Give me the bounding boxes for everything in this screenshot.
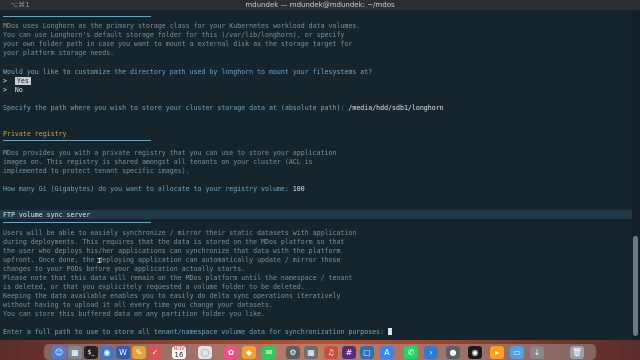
whatsapp-icon[interactable]: ✆ <box>404 346 418 359</box>
mouse-ibeam-cursor-icon: ⌶ <box>97 256 102 265</box>
text-line: changes to your PODs before your applica… <box>3 265 246 273</box>
registry-size-prompt-label: How many Gi (Gigabytes) do you want to a… <box>3 185 293 193</box>
option-yes-label: Yes <box>14 77 31 85</box>
word-icon[interactable]: W <box>116 346 130 359</box>
question-customize-path: Would you like to customize the director… <box>3 68 373 76</box>
text-line: You can use Longhorn's default storage f… <box>3 31 345 39</box>
scrollbar-thumb[interactable] <box>633 236 638 336</box>
app-icon[interactable]: ▢ <box>360 346 374 359</box>
section-divider <box>3 222 151 223</box>
text-line: MDos provides you with a private registr… <box>3 149 337 157</box>
chrome-icon[interactable]: ◉ <box>100 346 114 359</box>
text-line: without having to upload it all every ti… <box>3 301 273 309</box>
paint-icon[interactable]: ◆ <box>242 346 256 359</box>
launchpad-icon[interactable]: ▦ <box>68 346 82 359</box>
text-line: implemented to protect tenant specific i… <box>3 167 190 175</box>
photos-icon[interactable]: ✿ <box>224 346 238 359</box>
dock-app-icon[interactable]: ◉ <box>468 346 482 359</box>
section-highlight-band <box>0 210 632 219</box>
registry-size-prompt: How many Gi (Gigabytes) do you want to a… <box>3 185 305 193</box>
calendar-icon[interactable]: NOV 16 <box>172 346 186 359</box>
storage-path-prompt: Specify the path where you wish to store… <box>3 104 444 112</box>
text-line: your platform storage needs. <box>3 49 115 57</box>
option-no-label: No <box>14 86 23 94</box>
notes-icon[interactable]: ✎ <box>132 346 146 359</box>
slack-icon[interactable]: # <box>342 346 356 359</box>
text-line: upfront. Once done, the deploying applic… <box>3 256 341 264</box>
section-divider <box>3 16 151 17</box>
section-heading-registry: Private registry <box>3 130 67 138</box>
vscode-icon[interactable]: › <box>424 346 438 359</box>
storage-path-value: /media/hdd/sdb1/longhorn <box>348 104 444 112</box>
downloads-icon[interactable]: ↓ <box>530 346 544 359</box>
calendar-day: 16 <box>174 351 184 359</box>
terminal-output[interactable]: MDos uses Longhorn as the primary storag… <box>0 10 632 340</box>
text-line: Please note that this data will remain o… <box>3 274 353 282</box>
window-title: mdundek — mdundek@mdundek: ~/mdos <box>245 1 395 9</box>
text-line: is deleted, or that you explicitely requ… <box>3 283 305 291</box>
text-line: MDos uses Longhorn as the primary storag… <box>3 22 361 30</box>
sync-path-prompt-label: Enter a full path to use to store all te… <box>3 328 389 336</box>
option-no[interactable]: > No <box>3 86 23 94</box>
github-icon[interactable]: ● <box>446 346 460 359</box>
text-line: during deployments. This requires that t… <box>3 238 345 246</box>
section-heading-ftp: FTP volume sync server <box>3 211 91 219</box>
text-line: You can store this buffered data on any … <box>3 310 266 318</box>
music-icon[interactable]: ♫ <box>324 346 338 359</box>
messages-icon[interactable]: ✉ <box>262 346 276 359</box>
text-line: Keeping the data available enables you t… <box>3 292 341 300</box>
text-line: Users will be able to easiely synchroniz… <box>3 229 357 237</box>
finder-icon[interactable]: ☺ <box>52 346 66 359</box>
reminders-icon[interactable]: ✓ <box>148 346 162 359</box>
system-preferences-icon[interactable]: ⚙ <box>286 346 300 359</box>
app-icon[interactable]: ▸ <box>490 346 504 359</box>
option-yes[interactable]: > Yes <box>3 77 31 85</box>
terminal-icon[interactable]: $_ <box>84 346 98 359</box>
trash-icon[interactable]: 🗑 <box>570 346 584 359</box>
text-line: your own folder path in case you want to… <box>3 40 353 48</box>
calculator-icon[interactable]: ▦ <box>304 346 318 359</box>
chrome-browser-icon[interactable]: ◯ <box>198 346 212 359</box>
sync-path-prompt[interactable]: Enter a full path to use to store all te… <box>3 328 393 336</box>
registry-size-value: 100 <box>292 185 305 193</box>
app-store-icon[interactable]: A <box>380 346 394 359</box>
text-cursor <box>388 328 393 335</box>
text-line: images on. This registry is shared among… <box>3 158 313 166</box>
finder-folder-icon[interactable]: ▭ <box>510 346 524 359</box>
text-line: the user who deploys his/her application… <box>3 247 341 255</box>
storage-path-prompt-label: Specify the path where you wish to store… <box>3 104 349 112</box>
section-divider <box>3 140 151 141</box>
